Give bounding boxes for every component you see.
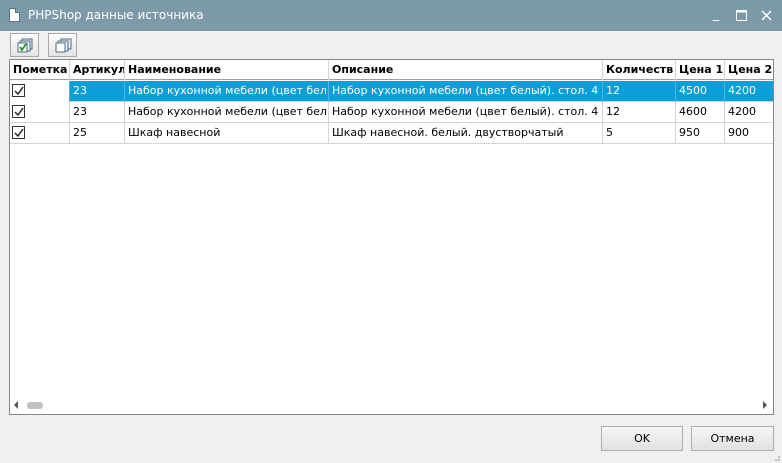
description-cell[interactable]: Набор кухонной мебели (цвет белый). стол…	[329, 81, 603, 102]
quantity-cell[interactable]: 5	[603, 123, 676, 144]
scroll-left-icon[interactable]	[14, 401, 18, 409]
data-grid[interactable]: Пометка Артикул Наименование Описание Ко…	[9, 59, 774, 415]
column-header-price2[interactable]: Цена 2	[725, 60, 773, 80]
column-header-price1[interactable]: Цена 1	[676, 60, 725, 80]
maximize-button[interactable]	[731, 6, 751, 24]
article-cell[interactable]: 23	[70, 81, 125, 102]
checkmark-icon	[14, 86, 24, 96]
scroll-right-icon[interactable]	[763, 401, 767, 409]
window-title: PHPShop данные источника	[28, 8, 204, 22]
column-header-mark[interactable]: Пометка	[10, 60, 70, 80]
table-row[interactable]: 23 Набор кухонной мебели (цвет белый) На…	[10, 81, 773, 102]
checkmark-icon	[14, 128, 24, 138]
document-icon	[9, 8, 20, 22]
column-header-name[interactable]: Наименование	[125, 60, 329, 80]
column-header-article[interactable]: Артикул	[70, 60, 125, 80]
column-header-quantity[interactable]: Количеств	[603, 60, 676, 80]
description-cell[interactable]: Набор кухонной мебели (цвет белый). стол…	[329, 102, 603, 123]
toolbar	[10, 33, 80, 58]
price1-cell[interactable]: 4600	[676, 102, 725, 123]
name-cell[interactable]: Шкаф навесной	[125, 123, 329, 144]
scroll-thumb[interactable]	[27, 402, 43, 409]
uncheck-all-icon	[55, 38, 72, 53]
row-checkbox[interactable]	[12, 105, 25, 118]
name-cell[interactable]: Набор кухонной мебели (цвет белый)	[125, 102, 329, 123]
close-icon	[760, 10, 772, 21]
horizontal-scrollbar[interactable]	[10, 397, 773, 414]
article-cell[interactable]: 23	[70, 102, 125, 123]
column-header-description[interactable]: Описание	[329, 60, 603, 80]
price2-cell[interactable]: 900	[725, 123, 773, 144]
close-button[interactable]	[756, 6, 776, 24]
row-checkbox[interactable]	[12, 126, 25, 139]
mark-cell[interactable]	[10, 81, 70, 102]
mark-cell[interactable]	[10, 102, 70, 123]
grid-header: Пометка Артикул Наименование Описание Ко…	[10, 60, 773, 80]
quantity-cell[interactable]: 12	[603, 102, 676, 123]
table-row[interactable]: 25 Шкаф навесной Шкаф навесной. белый. д…	[10, 123, 773, 144]
price2-cell[interactable]: 4200	[725, 81, 773, 102]
maximize-icon	[735, 10, 747, 21]
ok-button[interactable]: OK	[601, 426, 683, 451]
price1-cell[interactable]: 4500	[676, 81, 725, 102]
price1-cell[interactable]: 950	[676, 123, 725, 144]
row-checkbox[interactable]	[12, 84, 25, 97]
cancel-button[interactable]: Отмена	[691, 426, 774, 451]
resize-grip-icon[interactable]	[771, 452, 781, 462]
name-cell[interactable]: Набор кухонной мебели (цвет белый)	[125, 81, 329, 102]
price2-cell[interactable]: 4200	[725, 102, 773, 123]
mark-cell[interactable]	[10, 123, 70, 144]
table-row[interactable]: 23 Набор кухонной мебели (цвет белый) На…	[10, 102, 773, 123]
uncheck-all-button[interactable]	[48, 33, 77, 57]
description-cell[interactable]: Шкаф навесной. белый. двустворчатый	[329, 123, 603, 144]
checkmark-icon	[14, 107, 24, 117]
minimize-button[interactable]: _	[706, 6, 726, 24]
title-bar[interactable]: PHPShop данные источника _	[0, 0, 782, 31]
check-all-button[interactable]	[10, 33, 39, 57]
check-all-icon	[17, 38, 33, 53]
quantity-cell[interactable]: 12	[603, 81, 676, 102]
article-cell[interactable]: 25	[70, 123, 125, 144]
